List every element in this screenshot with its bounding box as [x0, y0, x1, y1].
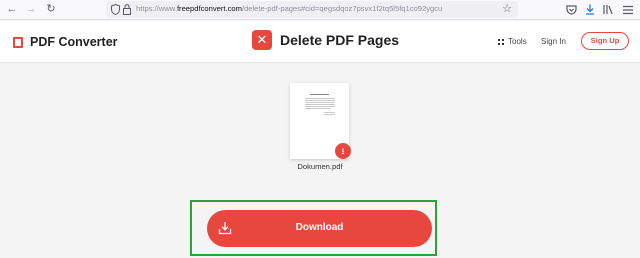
library-icon[interactable] — [603, 4, 613, 15]
download-button[interactable]: Download — [207, 210, 432, 247]
file-name: Dokumen.pdf — [297, 162, 343, 171]
tool-title-text: Delete PDF Pages — [280, 32, 400, 48]
url-text[interactable]: https://www.freepdfconvert.com/delete-pd… — [136, 4, 442, 13]
url-prefix: https://www. — [136, 4, 177, 13]
download-label: Download — [295, 222, 344, 233]
delete-x-icon: ✕ — [252, 30, 272, 50]
sign-up-button[interactable]: Sign Up — [581, 32, 629, 50]
site-header: PDF Converter ✕ Delete PDF Pages Tools S… — [0, 21, 640, 63]
pdf-logo-icon — [13, 36, 23, 48]
url-path: /delete-pdf-pages#cid=qegsdqoz7psvx1f2tq… — [241, 4, 443, 13]
sign-in-link[interactable]: Sign In — [541, 37, 566, 46]
tool-title: ✕ Delete PDF Pages — [252, 30, 399, 50]
url-host: freepdfconvert.com — [176, 4, 242, 13]
brand-logo-link[interactable]: PDF Converter — [13, 35, 118, 49]
tools-menu-button[interactable]: Tools — [498, 37, 527, 46]
pocket-icon[interactable] — [566, 5, 577, 15]
downloads-icon[interactable] — [585, 4, 595, 15]
shield-icon[interactable] — [111, 4, 120, 15]
tools-label: Tools — [508, 37, 527, 46]
address-bar[interactable]: https://www.freepdfconvert.com/delete-pd… — [106, 1, 518, 18]
brand-name: PDF Converter — [30, 35, 118, 49]
grid-icon — [498, 38, 504, 45]
file-download-icon[interactable]: ⭳ — [335, 143, 351, 159]
forward-arrow-icon[interactable]: → — [24, 2, 38, 16]
lock-icon[interactable] — [123, 4, 131, 15]
back-arrow-icon[interactable]: ← — [5, 2, 19, 16]
bookmark-star-icon[interactable]: ☆ — [500, 2, 514, 16]
browser-toolbar: ← → ↻ https://www.freepdfconvert.com/del… — [0, 0, 640, 20]
menu-icon[interactable] — [622, 5, 634, 15]
reload-icon[interactable]: ↻ — [44, 2, 58, 16]
